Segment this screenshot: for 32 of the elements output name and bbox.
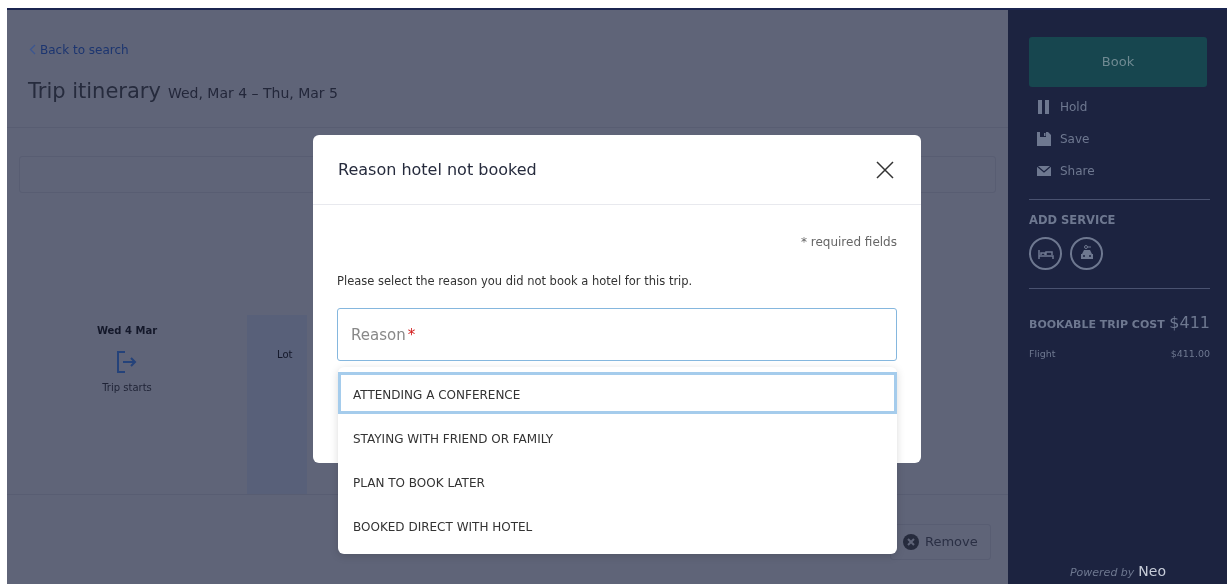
dropdown-option[interactable]: PLAN TO BOOK LATER bbox=[338, 460, 897, 502]
page-title: Trip itinerary bbox=[28, 78, 161, 105]
cost-heading: BOOKABLE TRIP COST bbox=[1029, 317, 1165, 334]
day-date: Wed 4 Mar bbox=[96, 324, 158, 338]
hold-action[interactable]: Hold bbox=[1029, 97, 1207, 117]
modal-title: Reason hotel not booked bbox=[338, 159, 537, 180]
reason-field[interactable]: Reason* bbox=[337, 308, 897, 362]
back-link[interactable]: Back to search bbox=[29, 40, 129, 59]
brand-name: Neo bbox=[1138, 562, 1166, 581]
close-circle-icon bbox=[903, 533, 919, 550]
dropdown-option[interactable]: BOOKED DIRECT WITH HOTEL bbox=[338, 504, 897, 546]
section-heading: ADD SERVICE bbox=[1029, 212, 1117, 229]
cost-item-label: Flight bbox=[1029, 347, 1056, 362]
share-action[interactable]: Share bbox=[1029, 161, 1207, 181]
add-hotel-button[interactable] bbox=[1029, 237, 1062, 271]
pause-icon bbox=[1036, 99, 1052, 115]
dropdown-option[interactable]: ATTENDING A CONFERENCE bbox=[338, 372, 897, 414]
trip-dates: Wed, Mar 4 – Thu, Mar 5 bbox=[167, 84, 338, 103]
chevron-left-icon bbox=[29, 44, 36, 55]
powered-by-text: Powered by bbox=[1069, 565, 1135, 581]
cost-item-amount: $411.00 bbox=[1170, 347, 1210, 362]
dropdown-option[interactable]: STAYING WITH FRIEND OR FAMILY bbox=[338, 416, 897, 458]
day-label: Trip starts bbox=[102, 381, 152, 395]
save-action[interactable]: Save bbox=[1029, 129, 1207, 149]
required-note: * required fields bbox=[799, 234, 897, 251]
prompt-text: Please select the reason you did not book a hotel for this trip. bbox=[337, 273, 694, 290]
book-button[interactable]: Book bbox=[1029, 37, 1207, 87]
exit-arrow-icon bbox=[116, 350, 138, 374]
cost-total: $411 bbox=[1169, 312, 1210, 335]
timeline-label: Lot bbox=[277, 349, 293, 360]
envelope-icon bbox=[1036, 163, 1052, 179]
add-car-button[interactable] bbox=[1070, 237, 1103, 271]
